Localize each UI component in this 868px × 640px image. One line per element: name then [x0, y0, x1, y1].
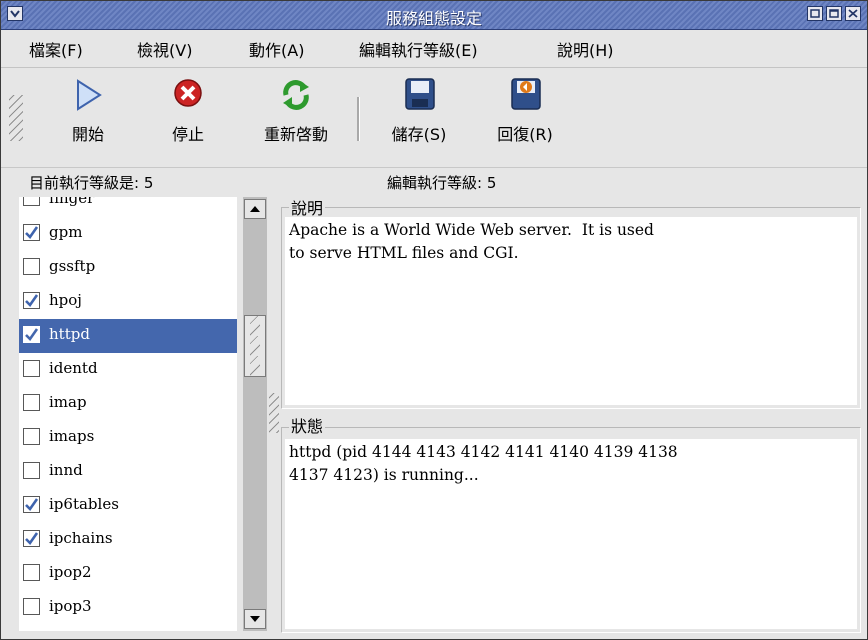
window-title: 服務組態設定 — [385, 9, 482, 28]
close-button[interactable] — [845, 6, 861, 21]
service-name: gssftp — [49, 257, 96, 275]
service-row-imaps[interactable]: imaps — [19, 421, 237, 455]
service-name: imaps — [49, 427, 95, 445]
stop-icon — [168, 75, 208, 115]
service-row-finger[interactable]: finger — [19, 197, 237, 217]
service-row-hpoj[interactable]: hpoj — [19, 285, 237, 319]
service-row-imap[interactable]: imap — [19, 387, 237, 421]
menu-edit-runlevel[interactable]: 編輯執行等級(E) — [359, 37, 478, 61]
minimize-button[interactable] — [807, 6, 823, 21]
service-checkbox-ipop3[interactable] — [23, 598, 40, 615]
status-title: 狀態 — [289, 413, 326, 437]
service-row-ipop2[interactable]: ipop2 — [19, 557, 237, 591]
service-checkbox-ip6tables[interactable] — [23, 496, 40, 513]
minimize-icon — [810, 9, 820, 18]
floppy-disk-icon — [399, 75, 439, 115]
service-name: ip6tables — [49, 495, 119, 513]
menu-bar: 檔案(F) 檢視(V) 動作(A) 編輯執行等級(E) 說明(H) — [1, 29, 867, 68]
service-checkbox-gssftp[interactable] — [23, 258, 40, 275]
toolbar-grip[interactable] — [9, 95, 23, 141]
service-checkbox-finger[interactable] — [23, 197, 40, 206]
service-checkbox-ipop2[interactable] — [23, 564, 40, 581]
menu-view[interactable]: 檢視(V) — [137, 37, 192, 61]
service-checkbox-hpoj[interactable] — [23, 292, 40, 309]
toolbar: 開始 停止 重新啓動 儲存(S) 回復(R) — [1, 67, 867, 167]
menu-action[interactable]: 動作(A) — [249, 37, 304, 61]
checkmark-icon — [25, 226, 39, 240]
checkmark-icon — [25, 294, 39, 308]
arrow-up-icon — [250, 206, 260, 212]
service-checkbox-ipchains[interactable] — [23, 530, 40, 547]
service-name: gpm — [49, 223, 83, 241]
service-checkbox-imap[interactable] — [23, 394, 40, 411]
stop-label: 停止 — [171, 125, 204, 144]
service-checkbox-identd[interactable] — [23, 360, 40, 377]
refresh-icon — [276, 75, 316, 115]
start-button[interactable]: 開始 — [63, 75, 113, 145]
pane-divider-grip[interactable] — [269, 393, 279, 433]
save-button[interactable]: 儲存(S) — [379, 75, 459, 145]
restart-button[interactable]: 重新啓動 — [251, 75, 341, 145]
current-runlevel: 目前執行等級是: 5 — [29, 174, 154, 192]
checkmark-icon — [25, 328, 39, 342]
title-bar[interactable]: 服務組態設定 — [1, 1, 867, 30]
service-name: ipop3 — [49, 597, 92, 615]
maximize-icon — [829, 9, 839, 18]
service-row-gssftp[interactable]: gssftp — [19, 251, 237, 285]
save-label: 儲存(S) — [391, 125, 447, 144]
service-row-httpd[interactable]: httpd — [19, 319, 237, 353]
stop-button[interactable]: 停止 — [163, 75, 213, 145]
service-row-gpm[interactable]: gpm — [19, 217, 237, 251]
service-row-ipop3[interactable]: ipop3 — [19, 591, 237, 625]
service-checkbox-imaps[interactable] — [23, 428, 40, 445]
play-icon — [68, 75, 108, 115]
service-name: hpoj — [49, 291, 82, 309]
toolbar-separator — [357, 97, 360, 141]
revert-label: 回復(R) — [497, 125, 553, 144]
service-row-ipchains[interactable]: ipchains — [19, 523, 237, 557]
service-config-window: 服務組態設定 檔案(F) 檢視(V) 動作(A) 編輯執行等級(E) 說明(H)… — [0, 0, 868, 640]
service-checkbox-gpm[interactable] — [23, 224, 40, 241]
service-checkbox-innd[interactable] — [23, 462, 40, 479]
service-name: identd — [49, 359, 98, 377]
service-name: innd — [49, 461, 83, 479]
service-row-iptables[interactable]: iptables — [19, 625, 237, 631]
service-list-scrollbar[interactable] — [243, 197, 267, 631]
scroll-thumb[interactable] — [244, 315, 266, 377]
description-frame: 說明 Apache is a World Wide Web server. It… — [281, 195, 861, 409]
scroll-down-button[interactable] — [244, 609, 266, 629]
service-name: imap — [49, 393, 87, 411]
status-frame: 狀態 httpd (pid 4144 4143 4142 4141 4140 4… — [281, 413, 861, 633]
service-row-innd[interactable]: innd — [19, 455, 237, 489]
service-list[interactable]: finger gpm gssftp hpoj httpd identd imap imaps i… — [19, 197, 237, 631]
scroll-up-button[interactable] — [244, 199, 266, 219]
menu-file[interactable]: 檔案(F) — [29, 37, 83, 61]
editing-runlevel: 編輯執行等級: 5 — [387, 174, 497, 192]
arrow-down-icon — [250, 616, 260, 622]
close-icon — [848, 9, 858, 18]
revert-button[interactable]: 回復(R) — [485, 75, 565, 145]
service-checkbox-httpd[interactable] — [23, 326, 40, 343]
menu-help[interactable]: 說明(H) — [557, 37, 614, 61]
status-text: httpd (pid 4144 4143 4142 4141 4140 4139… — [285, 439, 857, 629]
service-name: httpd — [49, 325, 90, 343]
service-name: ipop2 — [49, 563, 92, 581]
revert-icon — [505, 75, 545, 115]
checkmark-icon — [25, 498, 39, 512]
checkmark-icon — [25, 532, 39, 546]
runlevel-status-bar: 目前執行等級是: 5 編輯執行等級: 5 — [1, 167, 867, 196]
service-row-ip6tables[interactable]: ip6tables — [19, 489, 237, 523]
service-name: ipchains — [49, 529, 113, 547]
restart-label: 重新啓動 — [263, 125, 328, 144]
service-name: finger — [49, 197, 95, 207]
start-label: 開始 — [71, 125, 104, 144]
maximize-button[interactable] — [826, 6, 842, 21]
service-row-identd[interactable]: identd — [19, 353, 237, 387]
description-title: 說明 — [289, 195, 326, 219]
description-text: Apache is a World Wide Web server. It is… — [285, 217, 857, 405]
